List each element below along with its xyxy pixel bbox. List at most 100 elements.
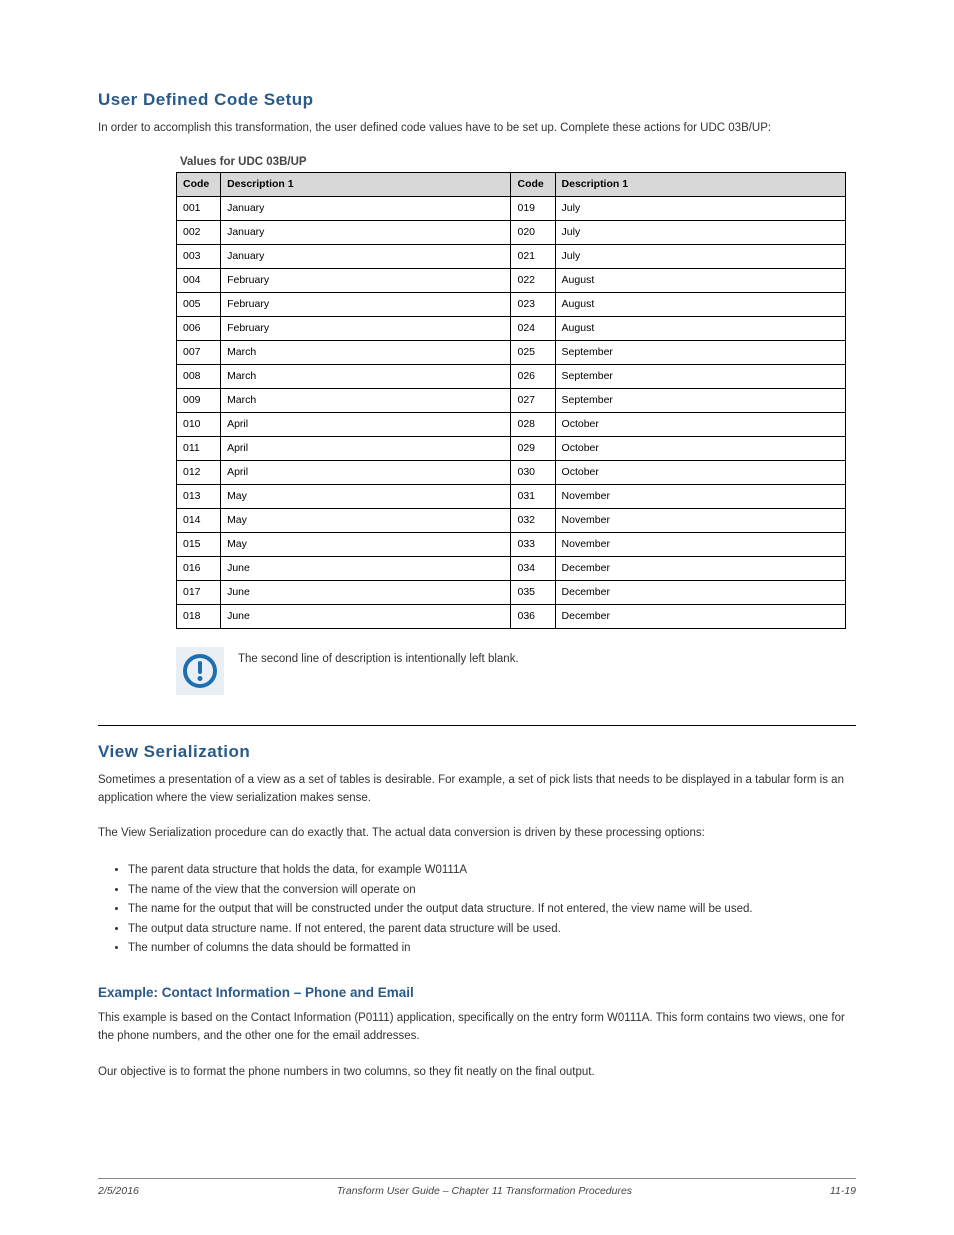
col-code-1: Code — [177, 172, 221, 196]
note-text: The second line of description is intent… — [238, 651, 519, 669]
table-cell: 032 — [511, 508, 555, 532]
table-row: 010April028October — [177, 412, 846, 436]
col-desc-2: Description 1 — [555, 172, 845, 196]
vs-paragraph-1: Sometimes a presentation of a view as a … — [98, 772, 856, 808]
vs-paragraph-2: The View Serialization procedure can do … — [98, 825, 856, 843]
page: User Defined Code Setup In order to acco… — [0, 0, 954, 1235]
table-cell: 009 — [177, 388, 221, 412]
table-cell: April — [221, 460, 511, 484]
table-row: 003January021July — [177, 244, 846, 268]
table-cell: 013 — [177, 484, 221, 508]
table-cell: 003 — [177, 244, 221, 268]
table-row: 004February022August — [177, 268, 846, 292]
table-row: 011April029October — [177, 436, 846, 460]
table-row: 012April030October — [177, 460, 846, 484]
table-cell: 012 — [177, 460, 221, 484]
table-cell: 026 — [511, 364, 555, 388]
table-cell: August — [555, 292, 845, 316]
table-cell: September — [555, 364, 845, 388]
table-cell: February — [221, 268, 511, 292]
table-row: 006February024August — [177, 316, 846, 340]
table-cell: 021 — [511, 244, 555, 268]
table-row: 002January020July — [177, 220, 846, 244]
table-cell: May — [221, 508, 511, 532]
table-cell: September — [555, 340, 845, 364]
heading-view-serialization: View Serialization — [98, 742, 856, 762]
table-title: Values for UDC 03B/UP — [180, 156, 856, 168]
example-paragraph-2: Our objective is to format the phone num… — [98, 1064, 856, 1082]
intro-paragraph: In order to accomplish this transformati… — [98, 120, 856, 138]
footer-container: 2/5/2016 Transform User Guide – Chapter … — [98, 1178, 856, 1197]
table-row: 013May031November — [177, 484, 846, 508]
table-cell: March — [221, 340, 511, 364]
table-cell: July — [555, 244, 845, 268]
table-cell: February — [221, 316, 511, 340]
footer-date: 2/5/2016 — [98, 1185, 139, 1197]
table-row: 001January019July — [177, 196, 846, 220]
heading-user-defined-code-setup: User Defined Code Setup — [98, 90, 856, 110]
table-header-row: Code Description 1 Code Description 1 — [177, 172, 846, 196]
table-cell: August — [555, 316, 845, 340]
table-cell: 031 — [511, 484, 555, 508]
table-row: 016June034December — [177, 556, 846, 580]
table-cell: October — [555, 412, 845, 436]
table-cell: 034 — [511, 556, 555, 580]
table-cell: 029 — [511, 436, 555, 460]
table-cell: October — [555, 460, 845, 484]
table-cell: August — [555, 268, 845, 292]
table-cell: 023 — [511, 292, 555, 316]
processing-options-list: The parent data structure that holds the… — [98, 861, 856, 959]
footer-page-number: 11-19 — [830, 1185, 856, 1197]
table-cell: 002 — [177, 220, 221, 244]
table-cell: 008 — [177, 364, 221, 388]
table-cell: September — [555, 388, 845, 412]
table-row: 017June035December — [177, 580, 846, 604]
list-item: The parent data structure that holds the… — [128, 861, 856, 881]
table-cell: November — [555, 532, 845, 556]
table-cell: 006 — [177, 316, 221, 340]
table-cell: July — [555, 220, 845, 244]
page-footer: 2/5/2016 Transform User Guide – Chapter … — [98, 1179, 856, 1197]
col-code-2: Code — [511, 172, 555, 196]
table-row: 009March027September — [177, 388, 846, 412]
table-cell: 033 — [511, 532, 555, 556]
table-cell: 001 — [177, 196, 221, 220]
table-row: 015May033November — [177, 532, 846, 556]
section-divider — [98, 725, 856, 726]
table-cell: 025 — [511, 340, 555, 364]
example-paragraph-1: This example is based on the Contact Inf… — [98, 1010, 856, 1046]
table-cell: 016 — [177, 556, 221, 580]
table-cell: February — [221, 292, 511, 316]
table-row: 018June036December — [177, 604, 846, 628]
table-cell: April — [221, 436, 511, 460]
table-cell: December — [555, 580, 845, 604]
table-cell: December — [555, 604, 845, 628]
footer-title: Transform User Guide – Chapter 11 Transf… — [337, 1185, 632, 1197]
table-cell: March — [221, 364, 511, 388]
table-cell: 005 — [177, 292, 221, 316]
table-cell: June — [221, 556, 511, 580]
table-cell: 019 — [511, 196, 555, 220]
col-desc-1: Description 1 — [221, 172, 511, 196]
table-cell: 022 — [511, 268, 555, 292]
table-cell: 015 — [177, 532, 221, 556]
table-cell: January — [221, 196, 511, 220]
table-cell: January — [221, 220, 511, 244]
table-cell: 018 — [177, 604, 221, 628]
table-cell: 036 — [511, 604, 555, 628]
table-cell: 010 — [177, 412, 221, 436]
table-cell: June — [221, 604, 511, 628]
list-item: The name for the output that will be con… — [128, 900, 856, 920]
table-cell: November — [555, 484, 845, 508]
table-row: 008March026September — [177, 364, 846, 388]
table-cell: 011 — [177, 436, 221, 460]
important-icon — [176, 647, 224, 695]
table-row: 014May032November — [177, 508, 846, 532]
table-cell: 027 — [511, 388, 555, 412]
table-cell: 007 — [177, 340, 221, 364]
udc-table: Code Description 1 Code Description 1 00… — [176, 172, 846, 629]
table-cell: 035 — [511, 580, 555, 604]
note-block: The second line of description is intent… — [176, 647, 856, 695]
list-item: The number of columns the data should be… — [128, 939, 856, 959]
table-row: 005February023August — [177, 292, 846, 316]
